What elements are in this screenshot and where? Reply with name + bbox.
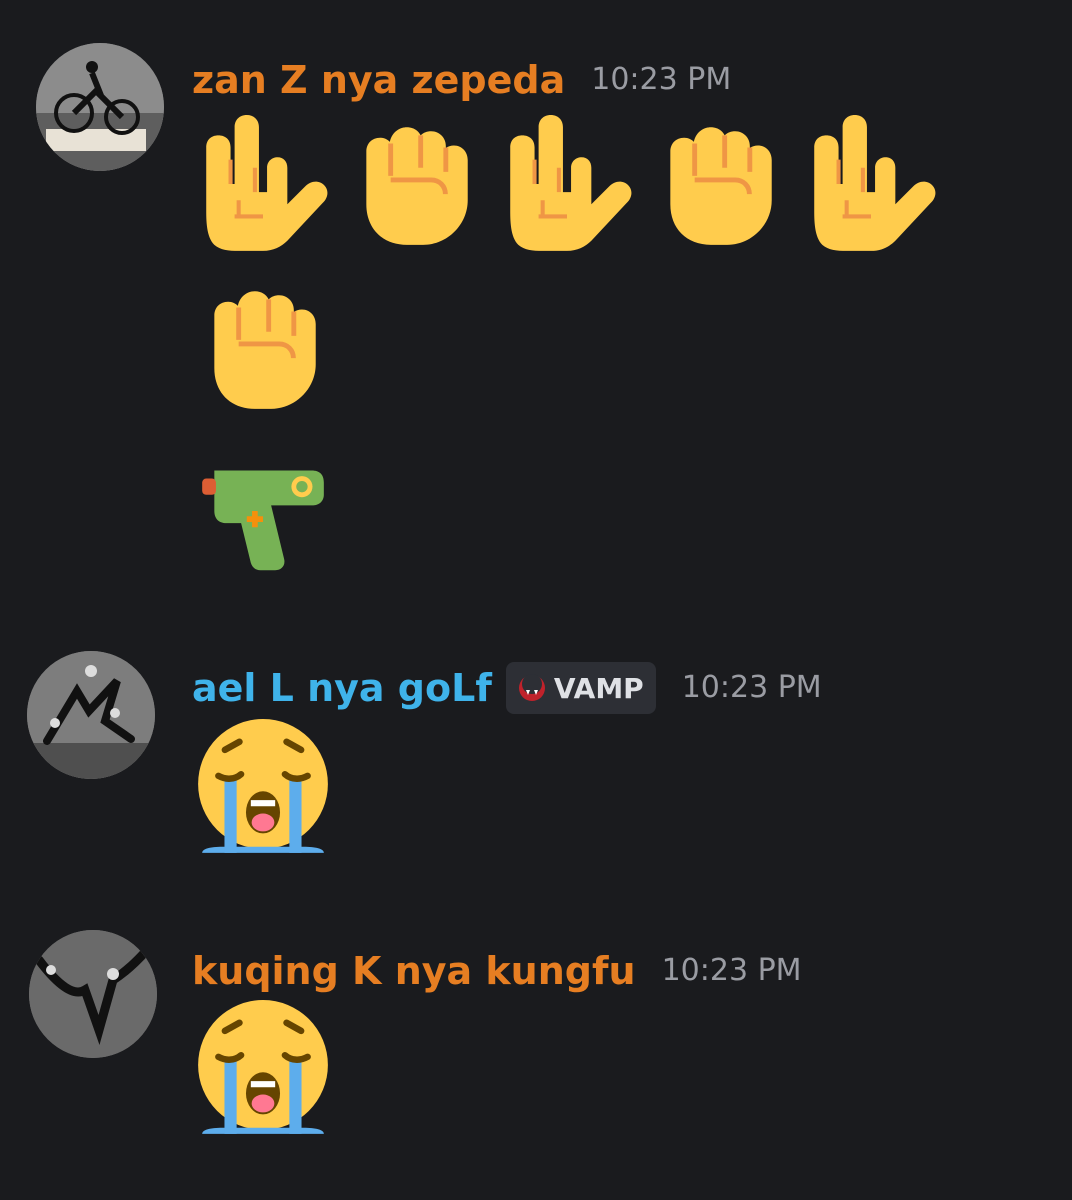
message-header: zan Z nya zepeda 10:23 PM <box>192 61 731 99</box>
emoji-row <box>190 438 336 584</box>
avatar[interactable] <box>27 651 155 779</box>
emoji-row <box>190 111 944 257</box>
love-you-gesture-icon[interactable] <box>494 111 640 257</box>
raised-fist-icon[interactable] <box>190 275 336 421</box>
love-you-gesture-icon[interactable] <box>798 111 944 257</box>
avatar-cyclist-sculpture-image <box>36 43 164 171</box>
username[interactable]: kuqing K nya kungfu <box>192 952 636 990</box>
loudly-crying-face-icon[interactable] <box>190 996 336 1142</box>
username[interactable]: ael L nya goLf <box>192 669 492 707</box>
avatar-sculpture-image <box>29 930 157 1058</box>
emoji-row <box>190 996 336 1142</box>
vamp-fangs-icon <box>516 672 548 704</box>
timestamp[interactable]: 10:23 PM <box>682 673 822 703</box>
avatar[interactable] <box>29 930 157 1058</box>
loudly-crying-face-icon[interactable] <box>190 715 336 861</box>
message-header: ael L nya goLf VAMP 10:23 PM <box>192 662 822 714</box>
message-header: kuqing K nya kungfu 10:23 PM <box>192 952 802 990</box>
username[interactable]: zan Z nya zepeda <box>192 61 565 99</box>
timestamp[interactable]: 10:23 PM <box>662 956 802 986</box>
emoji-row <box>190 275 336 421</box>
server-tag[interactable]: VAMP <box>505 662 656 714</box>
server-tag-label: VAMP <box>553 671 644 705</box>
avatar-sculpture-image <box>27 651 155 779</box>
water-pistol-icon[interactable] <box>190 438 336 584</box>
emoji-row <box>190 715 336 861</box>
timestamp[interactable]: 10:23 PM <box>591 65 731 95</box>
raised-fist-icon[interactable] <box>342 111 488 257</box>
love-you-gesture-icon[interactable] <box>190 111 336 257</box>
raised-fist-icon[interactable] <box>646 111 792 257</box>
avatar[interactable] <box>36 43 164 171</box>
